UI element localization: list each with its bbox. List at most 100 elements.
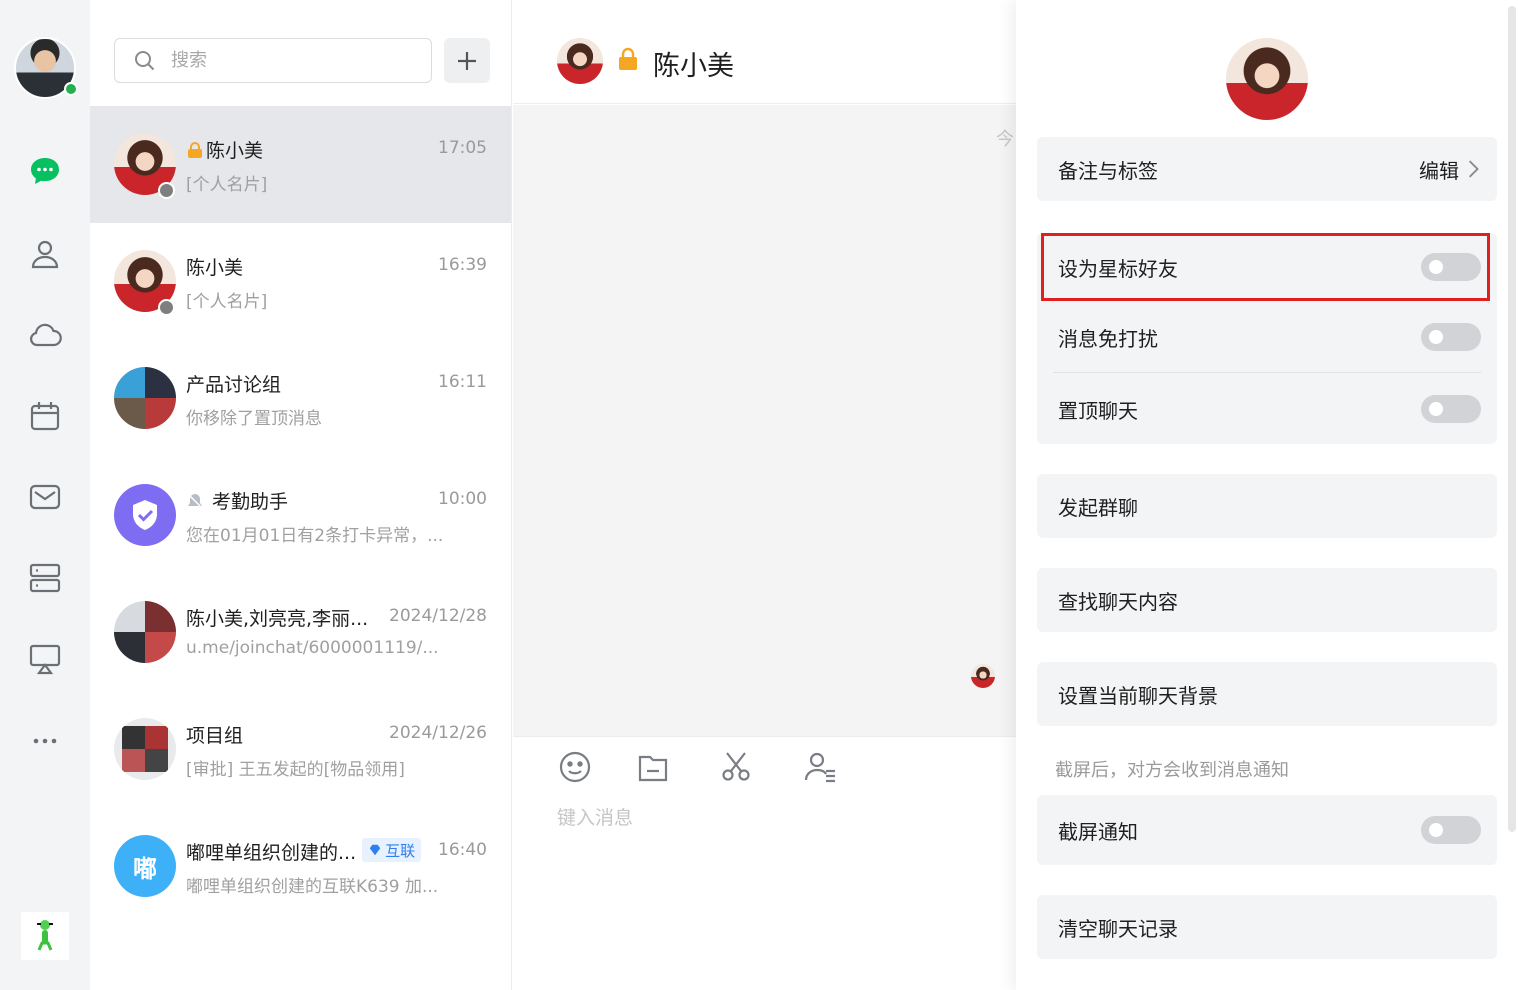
conversation-time: 17:05 — [438, 138, 487, 158]
conversation-time: 10:00 — [438, 489, 487, 509]
nav-rail — [0, 0, 90, 990]
attendance-avatar — [114, 484, 176, 546]
app-window: 陈小美 17:05 [个人名片] 陈小美 16:39 [个人名片] 产品讨论组 … — [0, 0, 1518, 990]
start-group-label: 发起群聊 — [1058, 495, 1138, 520]
emoji-icon[interactable] — [557, 749, 593, 785]
set-background-label: 设置当前聊天背景 — [1058, 683, 1218, 708]
date-separator: 今 — [996, 129, 1014, 150]
contact-avatar[interactable] — [1226, 38, 1308, 120]
conversation-name: 嘟哩单组织创建的... — [186, 842, 357, 864]
conversation-item[interactable]: 陈小美,刘亮亮,李丽... 2024/12/28 u.me/joinchat/6… — [90, 574, 511, 691]
conversation-name: 陈小美,刘亮亮,李丽... — [186, 608, 369, 630]
pin-toggle[interactable] — [1421, 395, 1481, 423]
message-input[interactable] — [557, 803, 997, 953]
star-friend-row: 设为星标好友 — [1037, 233, 1497, 301]
scrollbar-thumb[interactable] — [1508, 6, 1516, 832]
chat-title: 陈小美 — [653, 51, 734, 82]
search-input[interactable] — [171, 50, 411, 71]
offline-status-dot — [158, 299, 175, 316]
more-icon[interactable] — [26, 722, 64, 760]
chat-settings-drawer: 备注与标签 编辑 设为星标好友 消息免打扰 置顶聊天 发起群聊 查找聊天内容 设… — [1016, 0, 1506, 990]
screenshot-notify-toggle[interactable] — [1421, 816, 1481, 844]
mute-toggle[interactable] — [1421, 323, 1481, 351]
diamond-icon — [369, 844, 381, 856]
app-mascot-icon[interactable] — [21, 912, 69, 960]
conversation-preview: [审批] 王五发起的[物品领用] — [186, 760, 405, 780]
conversation-item[interactable]: 考勤助手 10:00 您在01月01日有2条打卡异常，... — [90, 457, 511, 574]
conversation-name: 考勤助手 — [212, 491, 289, 513]
online-status-dot — [64, 82, 78, 96]
conversation-preview: [个人名片] — [186, 175, 268, 195]
add-contact-icon[interactable] — [802, 749, 838, 785]
conversation-time: 2024/12/28 — [389, 606, 487, 626]
chat-header: 陈小美 — [513, 0, 1016, 104]
scissors-icon[interactable] — [718, 749, 754, 785]
start-group-card[interactable]: 发起群聊 — [1037, 474, 1497, 538]
remark-row[interactable]: 备注与标签 编辑 — [1037, 137, 1497, 201]
workbench-icon[interactable] — [26, 559, 64, 597]
folder-icon[interactable] — [635, 749, 671, 785]
conversation-name: 项目组 — [186, 725, 244, 747]
mail-icon[interactable] — [26, 478, 64, 516]
conversation-item[interactable]: 项目组 2024/12/26 [审批] 王五发起的[物品领用] — [90, 691, 511, 808]
remark-label: 备注与标签 — [1058, 158, 1158, 183]
conversation-time: 16:39 — [438, 255, 487, 275]
toggles-card: 设为星标好友 消息免打扰 置顶聊天 — [1037, 233, 1497, 444]
group-avatar — [114, 367, 176, 429]
conversation-name: 产品讨论组 — [186, 374, 282, 396]
shield-check-icon — [133, 500, 157, 530]
composer — [513, 736, 1016, 990]
search-history-label: 查找聊天内容 — [1058, 589, 1178, 614]
screenshot-notify-row: 截屏通知 — [1037, 795, 1497, 865]
interconnect-badge: 互联 — [362, 838, 422, 862]
search-icon — [135, 50, 155, 70]
conversation-name: 陈小美 — [186, 257, 244, 279]
screenshot-hint: 截屏后，对方会收到消息通知 — [1055, 760, 1289, 781]
group-avatar — [114, 718, 176, 780]
chat-icon[interactable] — [26, 152, 64, 190]
conversation-preview: 嘟哩单组织创建的互联K639 加... — [186, 877, 439, 897]
conversation-item[interactable]: 陈小美 17:05 [个人名片] — [90, 106, 511, 223]
star-friend-toggle[interactable] — [1421, 253, 1481, 281]
drawer-scrollbar[interactable] — [1506, 0, 1518, 990]
pin-label: 置顶聊天 — [1058, 398, 1138, 423]
conversation-time: 16:40 — [438, 840, 487, 860]
edit-link[interactable]: 编辑 — [1419, 155, 1459, 184]
conversation-list: 陈小美 17:05 [个人名片] 陈小美 16:39 [个人名片] 产品讨论组 … — [90, 0, 512, 990]
contacts-icon[interactable] — [26, 235, 64, 273]
screen-share-icon[interactable] — [26, 640, 64, 678]
conversation-preview: [个人名片] — [186, 292, 268, 312]
conversation-preview: u.me/joinchat/6000001119/... — [186, 638, 439, 658]
clear-history-card[interactable]: 清空聊天记录 — [1037, 895, 1497, 959]
set-background-card[interactable]: 设置当前聊天背景 — [1037, 662, 1497, 726]
lock-icon — [188, 142, 202, 158]
lock-icon — [619, 47, 637, 70]
chevron-right-icon — [1468, 160, 1479, 178]
conversation-name: 陈小美 — [206, 140, 264, 162]
divider — [1053, 372, 1481, 373]
conversation-item[interactable]: 产品讨论组 16:11 你移除了置顶消息 — [90, 340, 511, 457]
clear-history-label: 清空聊天记录 — [1058, 916, 1178, 941]
message-area: 今 — [513, 105, 1016, 736]
conversation-item[interactable]: 陈小美 16:39 [个人名片] — [90, 223, 511, 340]
plus-icon — [458, 51, 476, 70]
cloud-icon[interactable] — [26, 316, 64, 354]
search-history-card[interactable]: 查找聊天内容 — [1037, 568, 1497, 632]
mute-label: 消息免打扰 — [1058, 326, 1158, 351]
conversation-time: 16:11 — [438, 372, 487, 392]
screenshot-notify-card: 截屏通知 — [1037, 795, 1497, 865]
conversation-item[interactable]: 嘟 嘟哩单组织创建的... 互联 16:40 嘟哩单组织创建的互联K639 加..… — [90, 808, 511, 925]
conversation-preview: 你移除了置顶消息 — [186, 409, 322, 429]
message-avatar[interactable] — [971, 664, 995, 688]
conversation-time: 2024/12/26 — [389, 723, 487, 743]
chat-avatar[interactable] — [557, 38, 603, 84]
search-box[interactable] — [114, 38, 432, 83]
muted-bell-icon — [187, 493, 203, 509]
add-button[interactable] — [444, 38, 490, 83]
offline-status-dot — [158, 182, 175, 199]
conversation-preview: 您在01月01日有2条打卡异常，... — [186, 526, 444, 546]
screenshot-notify-label: 截屏通知 — [1058, 819, 1138, 844]
calendar-icon[interactable] — [26, 397, 64, 435]
org-avatar: 嘟 — [114, 835, 176, 897]
star-friend-label: 设为星标好友 — [1058, 256, 1178, 281]
